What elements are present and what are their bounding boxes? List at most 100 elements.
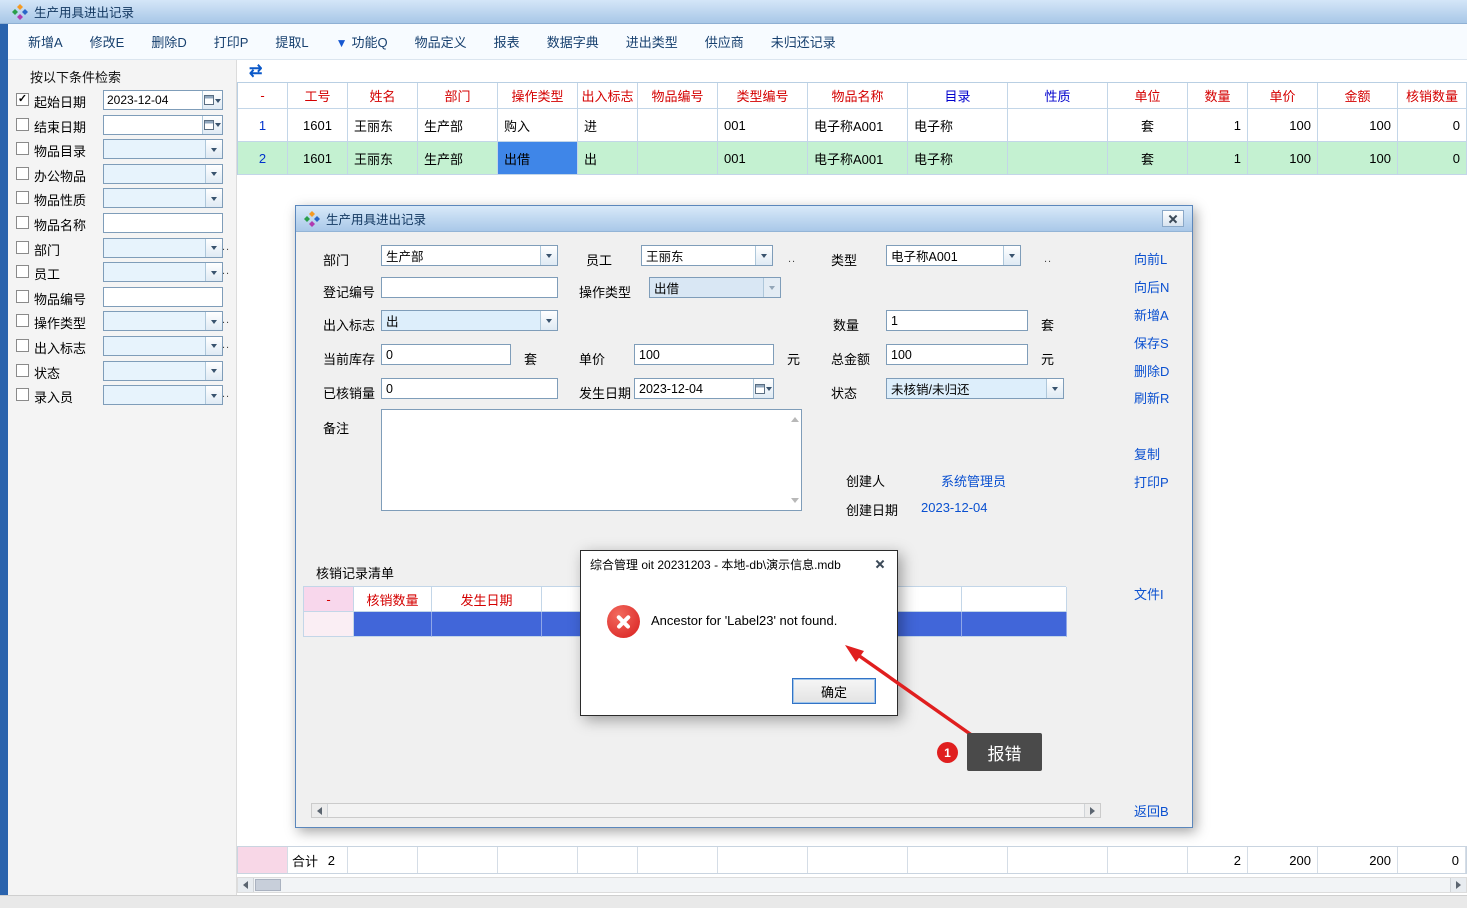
item-name-checkbox[interactable] (16, 216, 29, 229)
return-button[interactable]: 返回B (1134, 801, 1169, 820)
column-header[interactable]: 数量 (1188, 83, 1248, 109)
column-header[interactable]: 金额 (1318, 83, 1398, 109)
cell[interactable]: 进 (578, 109, 638, 142)
io-flag-value[interactable] (382, 311, 540, 330)
department-checkbox[interactable] (16, 241, 29, 254)
cell[interactable]: 100 (1248, 142, 1318, 175)
scroll-right-icon[interactable] (1450, 878, 1466, 892)
column-header[interactable]: 核销数量 (1398, 83, 1467, 109)
cell[interactable]: 0 (1398, 142, 1467, 175)
scroll-left-icon[interactable] (238, 878, 254, 892)
column-header[interactable]: 物品名称 (808, 83, 908, 109)
cell[interactable]: 001 (718, 109, 808, 142)
scroll-up-icon[interactable] (791, 413, 799, 422)
chevron-down-icon[interactable] (540, 311, 557, 330)
chevron-down-icon[interactable] (205, 165, 222, 183)
start-date-value[interactable] (104, 91, 202, 109)
more-dots[interactable]: .. (1044, 253, 1052, 265)
close-icon[interactable] (872, 556, 888, 572)
toolbar-item-delete[interactable]: 删除D (151, 32, 186, 51)
chevron-down-icon[interactable] (205, 189, 222, 207)
toolbar-item-edit[interactable]: 修改E (90, 32, 125, 51)
swap-arrows-icon[interactable]: ⇄ (249, 61, 262, 81)
column-header[interactable]: 目录 (908, 83, 1008, 109)
toolbar-item-item-definition[interactable]: 物品定义 (415, 32, 467, 51)
status-value[interactable] (104, 362, 205, 380)
toolbar-item-supplier[interactable]: 供应商 (705, 32, 744, 51)
toolbar-item-unreturned[interactable]: 未归还记录 (771, 32, 836, 51)
entry-clerk-checkbox[interactable] (16, 388, 29, 401)
column-header[interactable]: 工号 (288, 83, 348, 109)
cell[interactable]: 电子称A001 (808, 142, 908, 175)
chevron-down-icon[interactable] (1046, 379, 1063, 398)
calendar-icon[interactable] (202, 116, 222, 134)
more-dots[interactable]: .. (788, 253, 796, 265)
chevron-down-icon[interactable] (205, 140, 222, 158)
employee-select[interactable] (103, 262, 223, 282)
cell[interactable]: 电子称 (908, 142, 1008, 175)
column-header[interactable]: 单价 (1248, 83, 1318, 109)
io-flag-value[interactable] (104, 337, 205, 355)
cell[interactable] (1008, 109, 1108, 142)
cell[interactable]: 生产部 (418, 109, 498, 142)
employee-select[interactable] (641, 245, 773, 266)
cell[interactable]: 购入 (498, 109, 578, 142)
writeoff-column-header[interactable]: 核销数量 (354, 587, 432, 612)
cell[interactable]: 1601 (288, 109, 348, 142)
cell[interactable]: 100 (1248, 109, 1318, 142)
column-header[interactable]: 性质 (1008, 83, 1108, 109)
written-off-value[interactable] (382, 379, 557, 398)
cell[interactable]: 100 (1318, 142, 1398, 175)
item-nature-value[interactable] (104, 189, 205, 207)
add-button[interactable]: 新增A (1134, 305, 1169, 324)
scrollbar-thumb[interactable] (255, 879, 281, 891)
employee-value[interactable] (104, 263, 205, 281)
cell[interactable]: 100 (1318, 109, 1398, 142)
toolbar-item-new[interactable]: 新增A (28, 32, 63, 51)
cell[interactable]: 1 (1188, 142, 1248, 175)
cell[interactable] (638, 109, 718, 142)
toolbar-item-print[interactable]: 打印P (214, 32, 249, 51)
item-nature-checkbox[interactable] (16, 191, 29, 204)
cell[interactable]: 王丽东 (348, 142, 418, 175)
cell[interactable]: 套 (1108, 109, 1188, 142)
io-flag-select[interactable] (103, 336, 223, 356)
chevron-down-icon[interactable] (540, 246, 557, 265)
price-input[interactable] (634, 344, 774, 365)
employee-checkbox[interactable] (16, 265, 29, 278)
writeoff-column-header[interactable]: - (304, 587, 354, 612)
column-header[interactable]: 姓名 (348, 83, 418, 109)
op-type-select[interactable] (103, 311, 223, 331)
copy-button[interactable]: 复制 (1134, 444, 1160, 463)
writeoff-cell[interactable] (354, 612, 432, 637)
item-nature-select[interactable] (103, 188, 223, 208)
cell[interactable]: 王丽东 (348, 109, 418, 142)
column-header[interactable]: 出入标志 (578, 83, 638, 109)
department-select[interactable] (103, 238, 223, 258)
cell[interactable]: 0 (1398, 109, 1467, 142)
dialog-horizontal-scrollbar[interactable] (311, 803, 1101, 818)
toolbar-item-inout-type[interactable]: 进出类型 (626, 32, 678, 51)
occur-date-input[interactable] (634, 378, 774, 399)
stock-value[interactable] (382, 345, 510, 364)
file-button[interactable]: 文件I (1134, 584, 1164, 603)
cell[interactable]: 出 (578, 142, 638, 175)
total-value[interactable] (887, 345, 1027, 364)
price-value[interactable] (635, 345, 773, 364)
column-header[interactable]: 单位 (1108, 83, 1188, 109)
toolbar-item-extract[interactable]: 提取L (275, 32, 308, 51)
cell[interactable]: 套 (1108, 142, 1188, 175)
item-catalog-select[interactable] (103, 139, 223, 159)
end-date-input[interactable] (103, 115, 223, 135)
ok-button[interactable]: 确定 (792, 678, 876, 704)
cell[interactable]: 电子称A001 (808, 109, 908, 142)
io-flag-select[interactable] (381, 310, 558, 331)
save-button[interactable]: 保存S (1134, 333, 1169, 352)
writeoff-cell[interactable] (432, 612, 542, 637)
writeoff-column-header[interactable]: 发生日期 (432, 587, 542, 612)
reg-no-input[interactable] (381, 277, 558, 298)
chevron-down-icon[interactable] (205, 362, 222, 380)
status-checkbox[interactable] (16, 364, 29, 377)
total-input[interactable] (886, 344, 1028, 365)
written-off-input[interactable] (381, 378, 558, 399)
